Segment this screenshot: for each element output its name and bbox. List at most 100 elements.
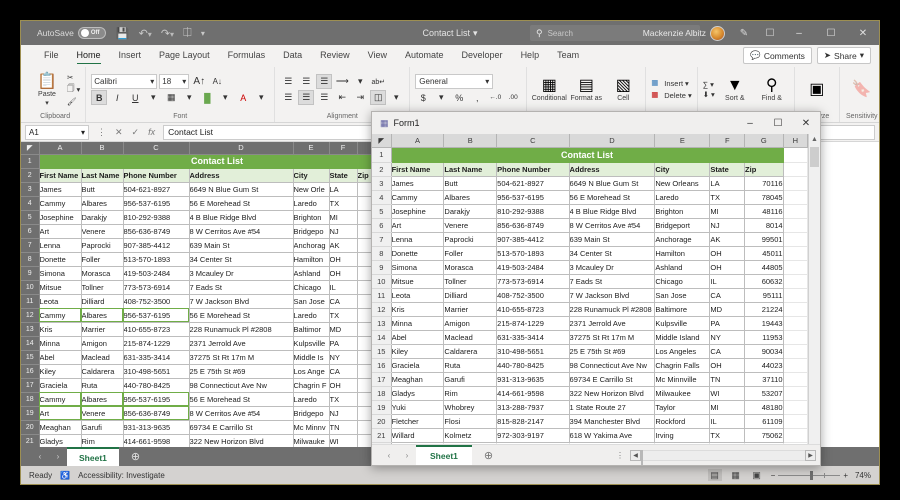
data-cell[interactable]: TX (328, 307, 358, 323)
data-cell[interactable]: Bridgepo (292, 223, 330, 239)
data-cell[interactable]: OH (709, 259, 746, 275)
chevron-down-icon[interactable]: ▾ (352, 74, 368, 89)
data-cell[interactable]: 856-636-8749 (496, 217, 570, 233)
row-header[interactable]: 12 (21, 308, 40, 323)
data-cell[interactable]: 8014 (744, 217, 784, 233)
data-cell[interactable]: Chagrin F (292, 377, 330, 393)
row-header[interactable]: 6 (21, 224, 40, 239)
row-header[interactable]: 14 (372, 330, 392, 345)
pen-icon[interactable]: ✎ (731, 28, 757, 39)
data-cell[interactable]: Anchorage (654, 231, 711, 247)
ribbon-tab-insert[interactable]: Insert (110, 46, 151, 65)
accessibility-icon[interactable]: ♿ (60, 471, 70, 480)
data-cell[interactable] (744, 442, 784, 444)
data-cell[interactable]: 228 Runamuck Pl #2808 (188, 321, 294, 337)
data-cell[interactable]: Brighton (292, 209, 330, 225)
form1-add-sheet-button[interactable]: ⊕ (484, 449, 493, 462)
empty-cell[interactable] (783, 162, 809, 177)
data-cell[interactable]: Kulpsville (292, 335, 330, 351)
data-cell[interactable]: Morasca (80, 265, 124, 281)
data-cell[interactable]: Yuki (390, 399, 445, 415)
data-cell[interactable]: James (390, 175, 445, 191)
data-cell[interactable]: Graciela (38, 377, 82, 393)
data-cell[interactable]: Rim (443, 385, 498, 401)
data-cell[interactable]: Milwauke (292, 433, 330, 447)
data-cell[interactable]: 44023 (744, 357, 784, 373)
data-cell[interactable]: 37275 St Rt 17m M (568, 329, 656, 345)
data-cell[interactable]: 34 Center St (568, 245, 656, 261)
data-cell[interactable]: San Jose (292, 293, 330, 309)
page-break-view-icon[interactable]: ▣ (750, 469, 764, 481)
data-cell[interactable]: 90034 (744, 343, 784, 359)
data-cell[interactable]: 410-655-8723 (496, 301, 570, 317)
sheet-title-cell[interactable]: Contact List (390, 146, 784, 163)
chevron-down-icon[interactable]: ▾ (45, 99, 49, 107)
column-label-cell[interactable]: Last Name (80, 167, 124, 183)
data-cell[interactable]: NY (328, 349, 358, 365)
data-cell[interactable]: Darakjy (80, 209, 124, 225)
row-header[interactable]: 14 (21, 336, 40, 351)
empty-cell[interactable] (783, 274, 809, 289)
data-cell[interactable]: Venere (80, 405, 124, 421)
form1-column-header-c[interactable]: C (496, 134, 570, 148)
ribbon-tab-developer[interactable]: Developer (453, 46, 512, 65)
column-label-cell[interactable]: Phone Number (496, 161, 570, 177)
data-cell[interactable]: MD (709, 301, 746, 317)
row-header[interactable]: 3 (21, 182, 40, 197)
column-label-cell[interactable]: City (654, 161, 711, 177)
row-header[interactable]: 7 (21, 238, 40, 253)
empty-cell[interactable] (783, 176, 809, 191)
form1-window[interactable]: ▦ Form1 – ☐ ✕ ◤ A B C D E F G H 1 Contac… (371, 111, 821, 466)
data-cell[interactable]: 956-537-6195 (122, 391, 190, 407)
data-cell[interactable]: Fletcher (390, 413, 445, 429)
data-cell[interactable]: Mitsue (38, 279, 82, 295)
data-cell[interactable]: Garufi (80, 419, 124, 435)
copy-button[interactable]: 🗍 ▾ (67, 83, 80, 96)
empty-cell[interactable] (783, 386, 809, 401)
data-cell[interactable]: Amigon (443, 315, 498, 331)
format-as-table-button[interactable]: ▤ Format as (569, 77, 603, 102)
data-cell[interactable]: 99501 (744, 231, 784, 247)
row-header[interactable]: 22 (372, 442, 392, 444)
document-title[interactable]: Contact List ▾ (422, 28, 477, 39)
data-cell[interactable]: Leota (390, 287, 445, 303)
data-cell[interactable]: 8 W Cerritos Ave #54 (568, 217, 656, 233)
more-options-icon[interactable]: ⋮ (97, 127, 106, 138)
align-top-button[interactable]: ☰ (280, 74, 296, 89)
data-cell[interactable]: Leota (38, 293, 82, 309)
data-cell[interactable]: 3 Mcauley Dr (568, 259, 656, 275)
row-header[interactable]: 17 (21, 378, 40, 393)
row-header[interactable]: 15 (372, 344, 392, 359)
name-box[interactable]: A1 ▾ (25, 124, 89, 140)
empty-cell[interactable] (783, 344, 809, 359)
row-header[interactable]: 1 (372, 147, 392, 163)
ribbon-tab-home[interactable]: Home (68, 46, 110, 65)
data-cell[interactable]: 2371 Jerrold Ave (188, 335, 294, 351)
data-cell[interactable]: 44805 (744, 259, 784, 275)
data-cell[interactable]: Foller (80, 251, 124, 267)
data-cell[interactable]: OH (328, 265, 358, 281)
data-cell[interactable] (654, 442, 711, 444)
form1-column-header-b[interactable]: B (443, 134, 498, 148)
zoom-thumb[interactable] (810, 470, 814, 480)
data-cell[interactable]: 310-498-5651 (122, 363, 190, 379)
data-cell[interactable]: 19443 (744, 315, 784, 331)
column-label-cell[interactable]: First Name (390, 161, 445, 177)
empty-cell[interactable] (783, 302, 809, 317)
data-cell[interactable]: 4 B Blue Ridge Blvd (188, 209, 294, 225)
analyze-data-button[interactable]: ▣ (800, 81, 834, 98)
ribbon-tab-team[interactable]: Team (548, 46, 588, 65)
data-cell[interactable]: TX (328, 391, 358, 407)
data-cell[interactable]: Donette (38, 251, 82, 267)
data-cell[interactable]: Chagrin Falls (654, 357, 711, 373)
data-cell[interactable]: Amigon (80, 335, 124, 351)
data-cell[interactable]: OH (328, 251, 358, 267)
data-cell[interactable]: San Jose (654, 287, 711, 303)
data-cell[interactable]: 21224 (744, 301, 784, 317)
redo-icon[interactable]: ↷▾ (161, 27, 174, 40)
data-cell[interactable]: CA (709, 287, 746, 303)
data-cell[interactable]: Gladys (390, 385, 445, 401)
form1-column-header-d[interactable]: D (569, 134, 656, 148)
row-header[interactable]: 21 (21, 434, 40, 447)
data-cell[interactable]: Albares (80, 307, 124, 323)
